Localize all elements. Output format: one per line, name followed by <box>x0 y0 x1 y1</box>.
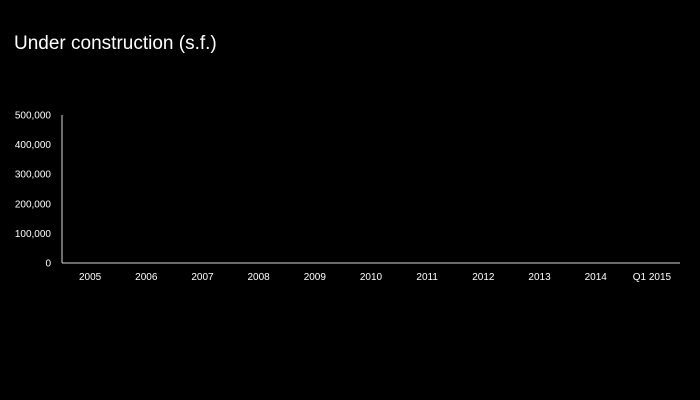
x-axis: 2005 2006 2007 2008 2009 2010 2011 2012 2013 2014… <box>62 262 680 283</box>
x-tick-label: 2006 <box>135 272 158 283</box>
x-tick-label: 2009 <box>304 272 327 283</box>
y-tick-label: 500,000 <box>15 111 52 122</box>
y-tick-label: 200,000 <box>15 199 52 210</box>
x-tick-label: 2014 <box>585 272 608 283</box>
y-tick-label: 400,000 <box>15 140 52 151</box>
y-axis: 0 100,000 200,000 300,000 400,000 500,000 <box>15 111 63 270</box>
y-tick-label: 100,000 <box>15 229 52 240</box>
x-tick-label: 2013 <box>528 272 551 283</box>
y-tick-label: 0 <box>45 259 51 270</box>
y-tick-label: 300,000 <box>15 170 52 181</box>
x-tick-label: 2007 <box>191 272 214 283</box>
x-tick-label: 2011 <box>416 272 438 283</box>
x-tick-label: 2008 <box>248 272 271 283</box>
x-tick-label: 2005 <box>79 272 102 283</box>
bar-chart: 0 100,000 200,000 300,000 400,000 500,000 200… <box>15 111 680 283</box>
slide: Under construction (s.f.) 0 100,000 200,00… <box>0 0 700 400</box>
x-tick-label: 2012 <box>472 272 495 283</box>
x-tick-label: 2010 <box>360 272 383 283</box>
x-tick-label: Q1 2015 <box>633 272 672 283</box>
